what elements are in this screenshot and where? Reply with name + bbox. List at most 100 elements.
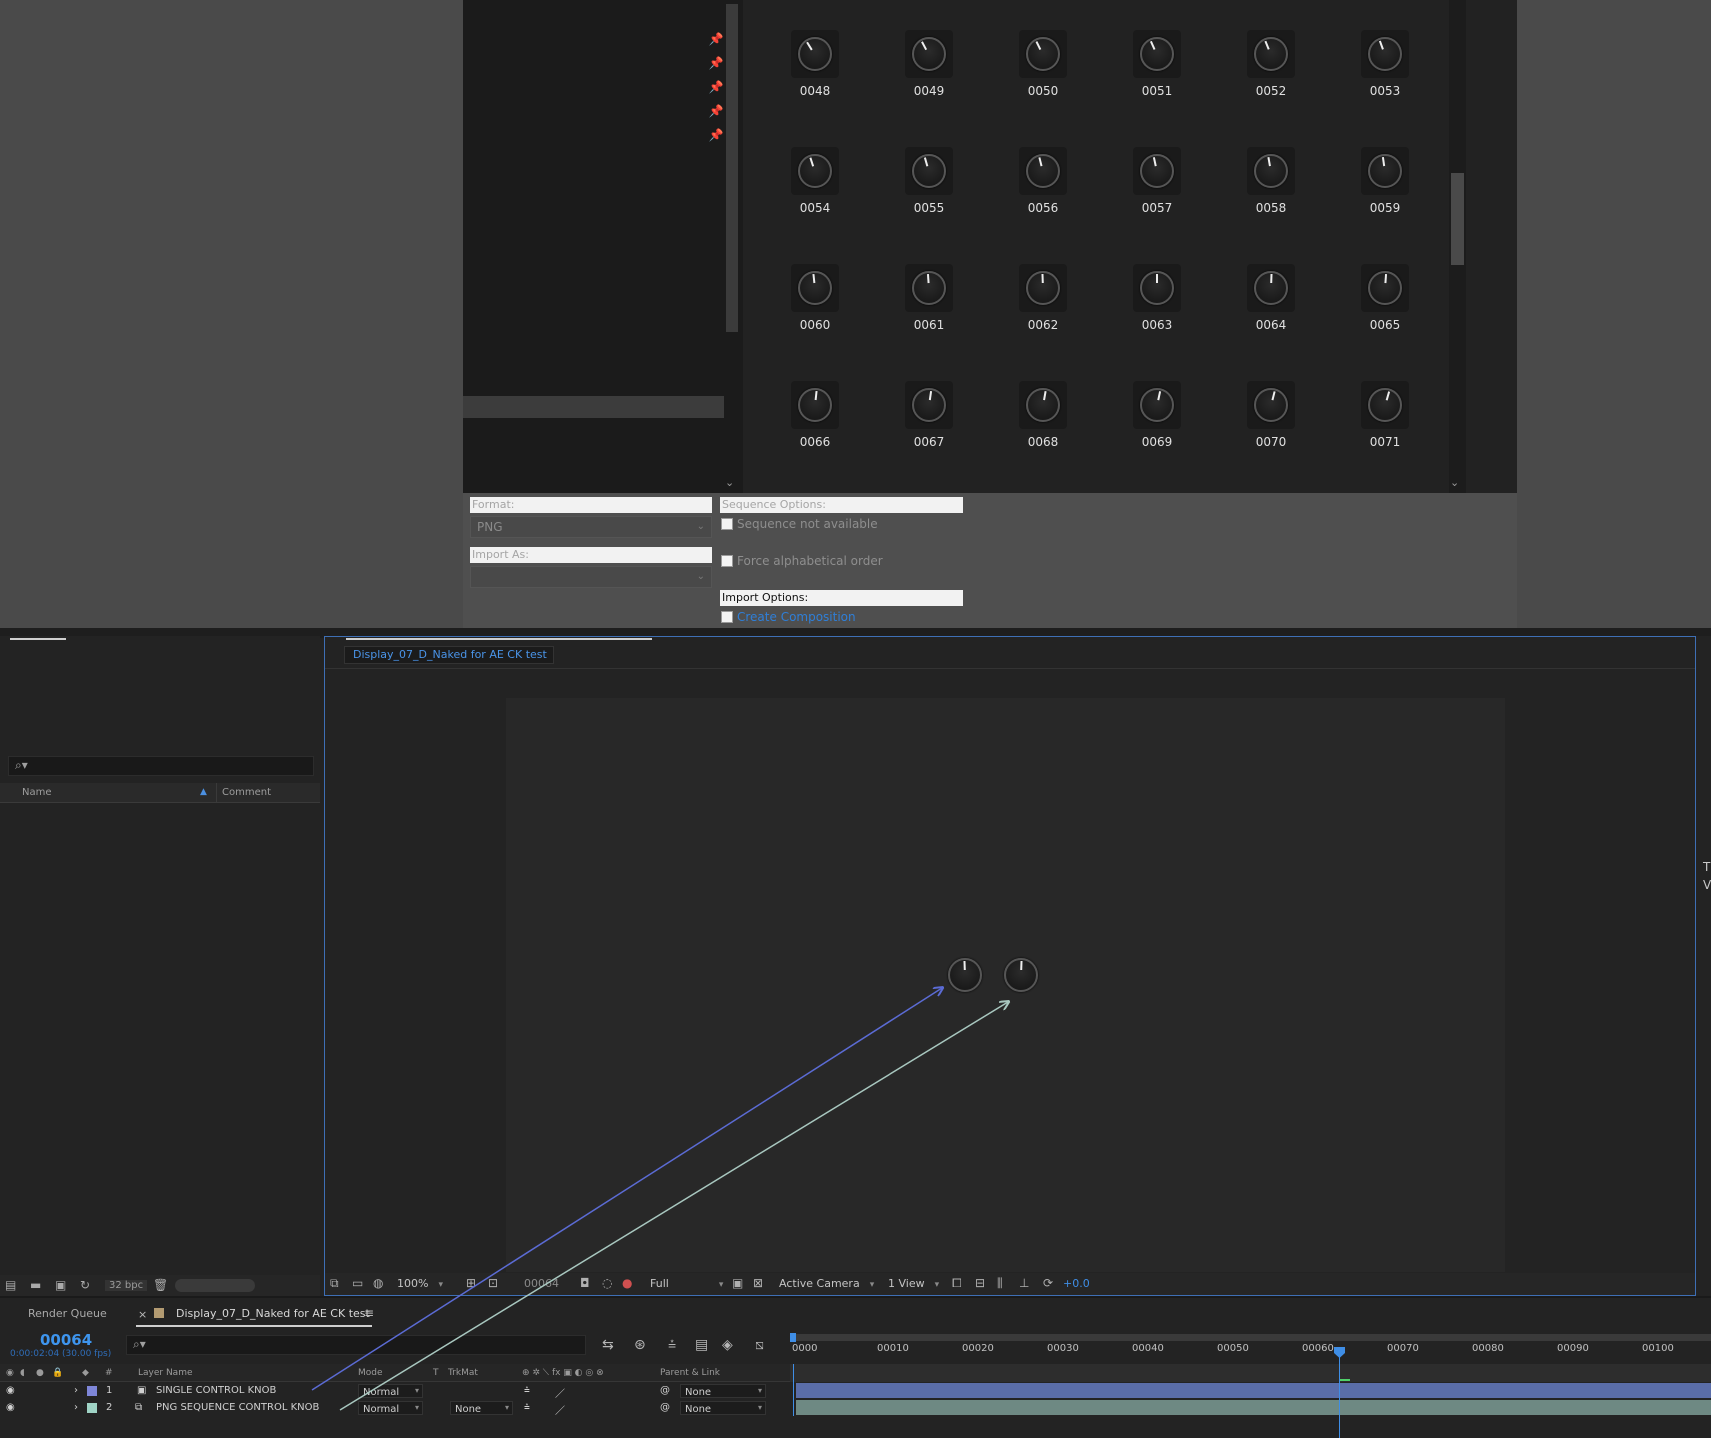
file-thumbnail[interactable]: 0050 (986, 30, 1100, 147)
layer-1-duration-bar[interactable] (796, 1383, 1711, 1398)
bit-depth-button[interactable]: 32 bpc (105, 1280, 148, 1291)
parent-select[interactable]: None ▾ (680, 1384, 766, 1398)
work-area-start-handle[interactable] (790, 1333, 796, 1342)
file-thumbnail[interactable]: 0062 (986, 264, 1100, 381)
file-thumbnail[interactable]: 0065 (1328, 264, 1442, 381)
file-thumbnail[interactable]: 0060 (758, 264, 872, 381)
shy-switch-icon[interactable]: ⩮ (524, 1385, 530, 1396)
zoom-select[interactable]: 100% ▾ (397, 1277, 443, 1290)
panel-menu-icon[interactable]: ≡ (364, 1306, 374, 1320)
column-layer-name[interactable]: Layer Name (138, 1368, 193, 1378)
file-thumbnail[interactable]: 0063 (1100, 264, 1214, 381)
quality-switch-icon[interactable]: ／ (555, 1385, 565, 1400)
file-thumbnail[interactable]: 0068 (986, 381, 1100, 498)
layer-mode-select[interactable]: Normal ▾ (358, 1401, 423, 1415)
timeline-search-input[interactable]: ⌕▾ (126, 1335, 586, 1355)
flowchart-icon[interactable]: ↻ (80, 1278, 90, 1292)
current-time-field[interactable]: 00064 (524, 1277, 559, 1290)
monitor-icon[interactable]: ▭ (352, 1276, 363, 1290)
file-thumbnail[interactable]: 0067 (872, 381, 986, 498)
resolution-select[interactable]: Full ▾ (650, 1277, 723, 1290)
frame-blending-icon[interactable]: ▤ (695, 1337, 708, 1353)
timeline-composition-tab[interactable]: Display_07_D_Naked for AE CK test (176, 1307, 370, 1320)
chevron-down-icon[interactable]: ⌄ (725, 476, 734, 489)
single-control-knob-layer[interactable] (948, 958, 982, 992)
create-composition-label[interactable]: Create Composition (737, 610, 856, 624)
force-alphabetical-checkbox[interactable] (721, 555, 733, 567)
file-thumbnail[interactable]: 0048 (758, 30, 872, 147)
layer-label-color[interactable] (87, 1386, 97, 1396)
column-comment[interactable]: Comment (222, 787, 271, 798)
file-thumbnail[interactable]: 0052 (1214, 30, 1328, 147)
pin-icon[interactable]: 📌 (708, 104, 724, 118)
always-preview-icon[interactable]: ⧉ (330, 1276, 339, 1291)
format-select[interactable]: PNG ⌄ (470, 516, 712, 538)
file-thumbnail[interactable]: 0059 (1328, 147, 1442, 264)
safe-margins-icon[interactable]: ⊡ (488, 1276, 498, 1290)
sidebar-horizontal-scrollbar[interactable] (463, 396, 724, 418)
region-of-interest-icon[interactable]: ▣ (732, 1276, 743, 1290)
file-thumbnail[interactable]: 0071 (1328, 381, 1442, 498)
file-thumbnail[interactable]: 0051 (1100, 30, 1214, 147)
layer-2-duration-bar[interactable] (796, 1400, 1711, 1415)
fit-icon[interactable]: ⊞ (466, 1276, 476, 1290)
reset-exposure-icon[interactable]: ⟳ (1043, 1276, 1053, 1290)
chevron-right-icon[interactable]: › (74, 1385, 78, 1396)
new-folder-icon[interactable]: ▬ (30, 1278, 41, 1292)
eye-icon[interactable]: ◉ (6, 1385, 15, 1396)
layer-name[interactable]: PNG SEQUENCE CONTROL KNOB (156, 1402, 319, 1413)
column-name[interactable]: Name (22, 787, 52, 798)
column-divider[interactable] (216, 783, 217, 803)
sequence-checkbox[interactable] (721, 518, 733, 530)
composition-mini-flowchart-icon[interactable]: ⇆ (602, 1337, 614, 1353)
views-select[interactable]: 1 View ▾ (888, 1277, 939, 1290)
png-sequence-knob-layer[interactable] (1004, 958, 1038, 992)
column-mode[interactable]: Mode (358, 1368, 383, 1378)
label-icon[interactable]: ◆ (82, 1368, 89, 1378)
composition-breadcrumb[interactable]: Display_07_D_Naked for AE CK test (344, 646, 554, 664)
layer-row-1[interactable]: ◉ › 1 ▣ SINGLE CONTROL KNOB Normal ▾ ⩮ ／ … (0, 1383, 790, 1400)
close-icon[interactable]: × (138, 1308, 147, 1321)
file-thumbnail[interactable]: 0049 (872, 30, 986, 147)
sort-ascending-icon[interactable]: ▲ (200, 787, 207, 797)
exposure-value[interactable]: +0.0 (1063, 1277, 1090, 1290)
file-thumbnail[interactable]: 0058 (1214, 147, 1328, 264)
file-thumbnail[interactable]: 0066 (758, 381, 872, 498)
switches-icon[interactable]: ⊕ ✲ ⟍ fx ▣ ◐ ◎ ⊗ (522, 1368, 604, 1378)
mask-visibility-icon[interactable]: ◍ (373, 1276, 383, 1290)
layer-mode-select[interactable]: Normal ▾ (358, 1384, 423, 1398)
create-composition-checkbox[interactable] (721, 611, 733, 623)
motion-blur-icon[interactable]: ◈ (722, 1337, 733, 1353)
show-snapshot-icon[interactable]: ◌ (602, 1276, 612, 1290)
pin-icon[interactable]: 📌 (708, 32, 724, 46)
project-horizontal-scrollbar[interactable] (175, 1279, 255, 1292)
draft-3d-icon[interactable]: ⊛ (634, 1337, 646, 1353)
file-thumbnail[interactable]: 0056 (986, 147, 1100, 264)
pin-icon[interactable]: 📌 (708, 80, 724, 94)
shy-switch-icon[interactable]: ⩮ (524, 1402, 530, 1413)
pin-icon[interactable]: 📌 (708, 56, 724, 70)
flowchart-icon[interactable]: ⊥ (1019, 1276, 1029, 1290)
chevron-down-icon[interactable]: ⌄ (1450, 476, 1459, 489)
toggle-pixel-aspect-icon[interactable]: ⧠ (952, 1276, 962, 1291)
pickwhip-icon[interactable]: @ (660, 1402, 670, 1413)
camera-snapshot-icon[interactable]: ◘ (580, 1276, 590, 1290)
eye-icon[interactable]: ◉ (6, 1402, 15, 1413)
work-area-bar[interactable] (792, 1334, 1711, 1341)
file-thumbnail[interactable]: 0055 (872, 147, 986, 264)
layer-name[interactable]: SINGLE CONTROL KNOB (156, 1385, 276, 1396)
layer-label-color[interactable] (87, 1403, 97, 1413)
camera-select[interactable]: Active Camera ▾ (779, 1277, 874, 1290)
graph-editor-icon[interactable]: ⧅ (755, 1337, 764, 1353)
audio-icon[interactable]: ◖ (20, 1368, 25, 1378)
file-thumbnail[interactable]: 0057 (1100, 147, 1214, 264)
trkmat-select[interactable]: None ▾ (450, 1401, 513, 1415)
project-search-input[interactable]: ⌕▾ (8, 756, 314, 776)
render-queue-tab[interactable]: Render Queue (28, 1307, 107, 1320)
column-parent-link[interactable]: Parent & Link (660, 1368, 720, 1378)
chevron-right-icon[interactable]: › (74, 1402, 78, 1413)
timeline-current-time[interactable]: 00064 (40, 1331, 92, 1349)
quality-switch-icon[interactable]: ／ (555, 1402, 565, 1417)
fast-previews-icon[interactable]: ⊟ (975, 1276, 985, 1290)
pin-icon[interactable]: 📌 (708, 128, 724, 142)
